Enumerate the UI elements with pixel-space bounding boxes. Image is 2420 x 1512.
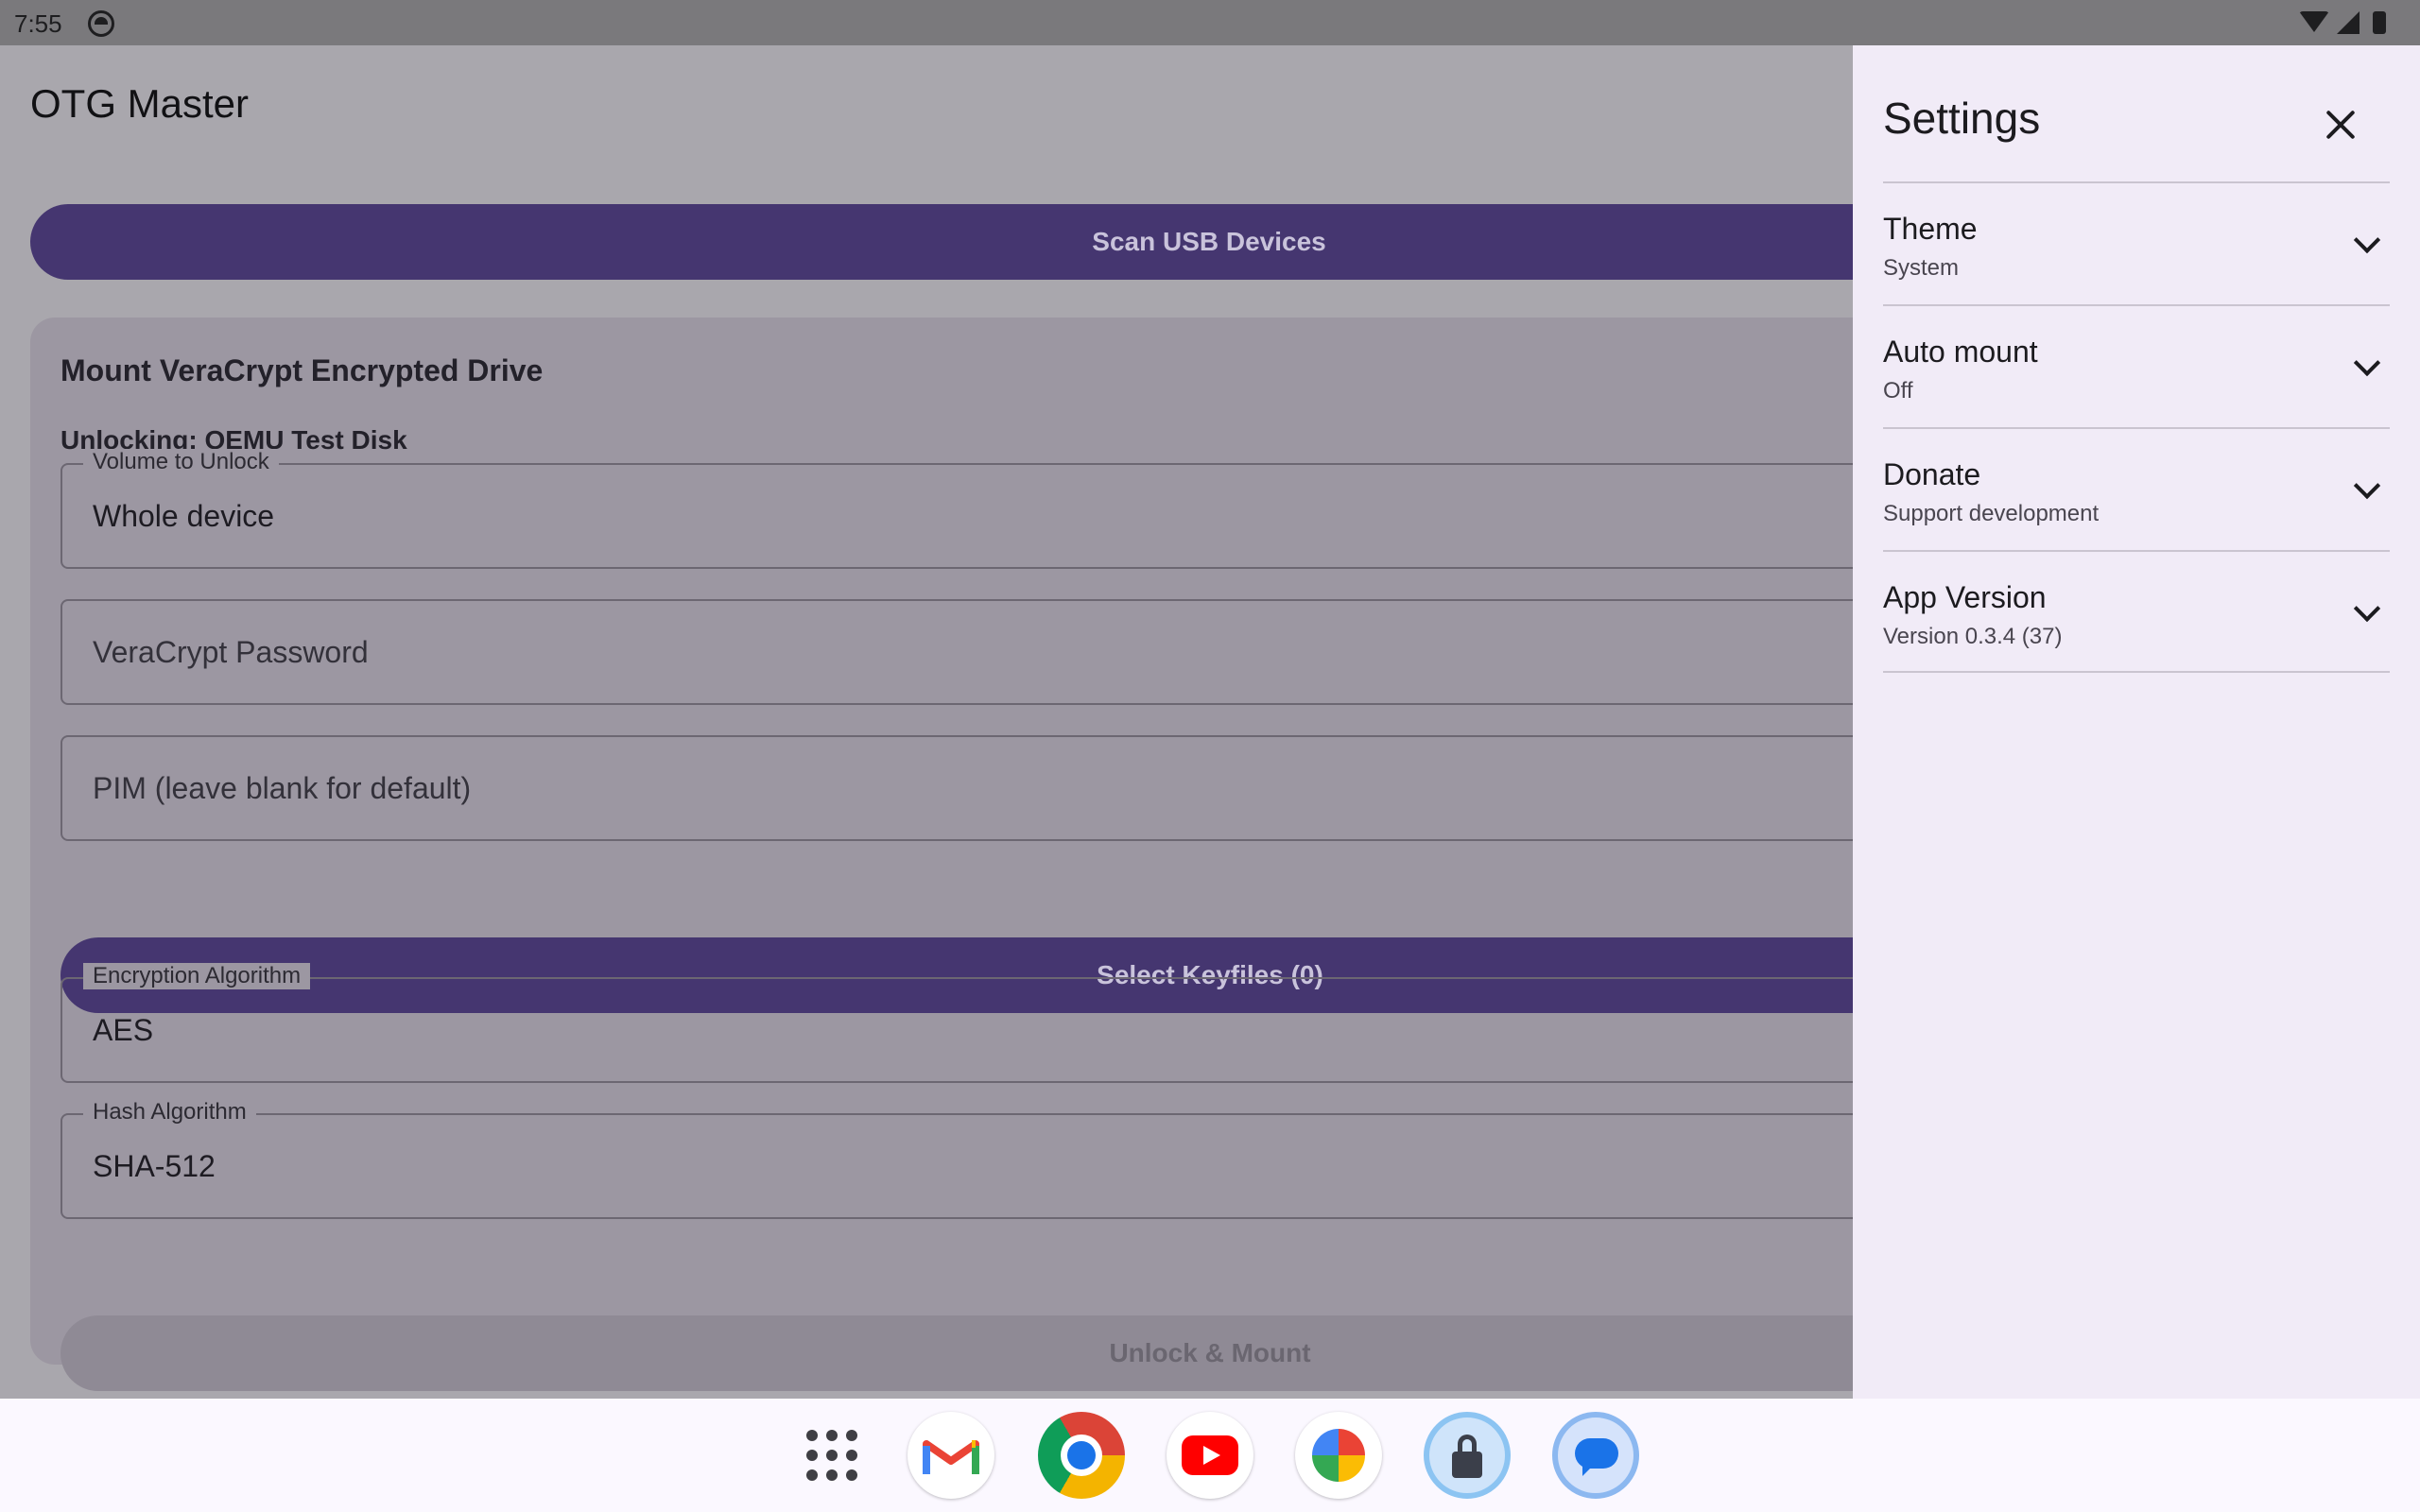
card-title: Mount VeraCrypt Encrypted Drive [60,353,544,387]
settings-item-subtitle: System [1883,255,1960,281]
youtube-icon[interactable] [1167,1412,1253,1499]
encryption-algorithm-dropdown[interactable]: Encryption Algorithm AES [60,963,1853,1083]
app-main: OTG Master Scan USB Devices Mount VeraCr… [0,45,1853,1399]
cell-signal-icon [2337,11,2360,34]
volume-field-label: Volume to Unlock [83,449,279,475]
chevron-down-icon [2353,594,2381,623]
apps-grid-icon[interactable] [788,1412,875,1499]
settings-item-subtitle: Version 0.3.4 (37) [1883,624,2063,649]
settings-item-title: Theme [1883,212,1978,246]
encryption-field-value: AES [93,1013,154,1047]
settings-item-theme[interactable]: Theme System [1883,181,2390,304]
gmail-icon[interactable] [908,1412,994,1499]
battery-icon [2373,11,2386,34]
settings-panel: Settings Theme System Auto mount Off Don… [1853,45,2420,1399]
encryption-field-label: Encryption Algorithm [83,963,311,989]
mount-veracrypt-card: Mount VeraCrypt Encrypted Drive Unlockin… [30,318,1853,1391]
settings-item-subtitle: Off [1883,378,1913,404]
chevron-down-icon [2353,472,2381,500]
hash-field-label: Hash Algorithm [83,1099,256,1125]
settings-item-subtitle: Support development [1883,501,2100,526]
photos-icon[interactable] [1295,1412,1382,1499]
app-title: OTG Master [30,81,250,126]
settings-item-donate[interactable]: Donate Support development [1883,427,2390,550]
status-time: 7:55 [14,9,62,38]
scan-usb-button[interactable]: Scan USB Devices [30,204,1853,280]
settings-item-title: App Version [1883,580,2047,614]
hash-algorithm-dropdown[interactable]: Hash Algorithm SHA-512 [60,1099,1853,1219]
taskbar [0,1399,2420,1512]
chevron-down-icon [2353,226,2381,254]
pim-placeholder: PIM (leave blank for default) [93,771,472,805]
settings-item-title: Auto mount [1883,335,2038,369]
settings-title: Settings [1883,94,2041,143]
settings-item-auto-mount[interactable]: Auto mount Off [1883,304,2390,427]
chevron-down-icon [2353,349,2381,377]
password-placeholder: VeraCrypt Password [93,635,369,669]
password-input[interactable]: VeraCrypt Password [60,599,1853,705]
volume-field-value: Whole device [93,499,275,533]
pim-input[interactable]: PIM (leave blank for default) [60,735,1853,841]
messages-icon[interactable] [1552,1412,1639,1499]
notification-app-icon [88,10,114,37]
hash-field-value: SHA-512 [93,1149,216,1183]
settings-list: Theme System Auto mount Off Donate Suppo… [1883,181,2390,673]
otg-master-icon[interactable] [1424,1412,1511,1499]
status-bar: 7:55 [0,0,2420,45]
chrome-icon[interactable] [1038,1412,1125,1499]
close-icon[interactable] [2314,98,2367,151]
settings-item-app-version[interactable]: App Version Version 0.3.4 (37) [1883,550,2390,673]
wifi-icon [2299,11,2329,32]
unlock-mount-button[interactable]: Unlock & Mount [60,1315,1853,1391]
settings-item-title: Donate [1883,457,1981,491]
volume-dropdown[interactable]: Volume to Unlock Whole device [60,449,1853,569]
